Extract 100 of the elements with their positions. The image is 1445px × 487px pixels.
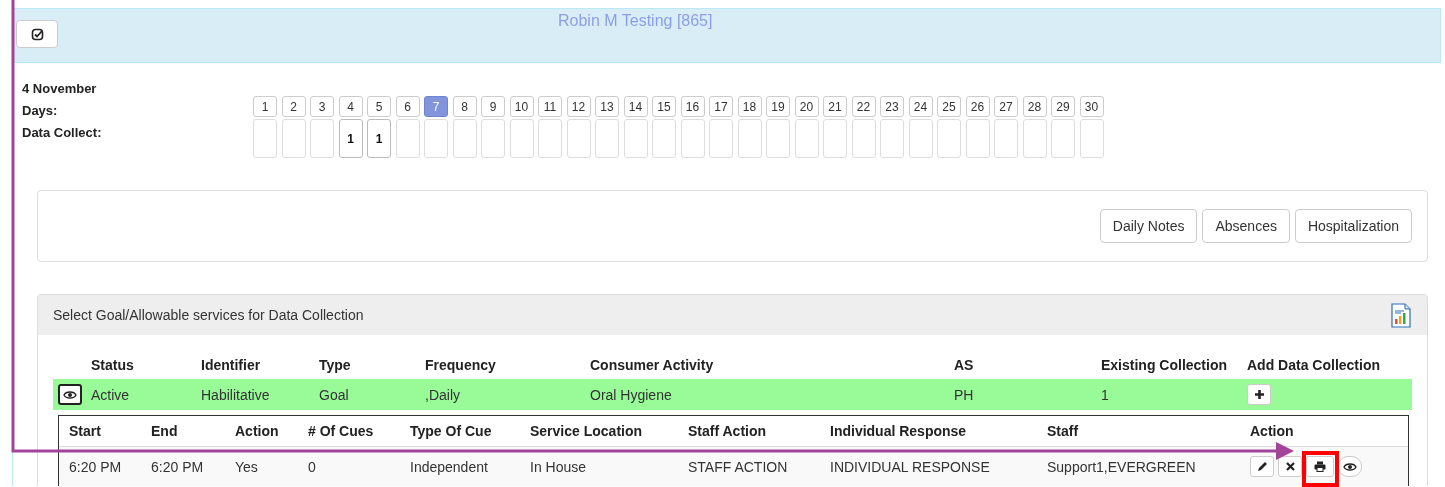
edit-button[interactable]	[1250, 456, 1274, 477]
data-count-cell	[481, 119, 505, 158]
table-cell-text: Habilitative	[201, 386, 271, 403]
day-button[interactable]: 6	[395, 96, 420, 117]
day-button[interactable]: 25	[937, 96, 961, 117]
day-button[interactable]: 19	[766, 96, 790, 117]
data-count-cell	[851, 119, 876, 158]
day-button[interactable]: 1	[253, 96, 277, 117]
table-cell-text: STAFF ACTION	[687, 458, 789, 475]
column-header: AS	[954, 356, 975, 373]
table-cell-text: Oral Hygiene	[590, 386, 673, 403]
data-count-cell	[937, 119, 961, 158]
data-count-cell	[395, 119, 420, 158]
report-icon[interactable]	[1391, 302, 1411, 328]
data-count-cell	[737, 119, 762, 158]
table-cell-text: PH	[954, 386, 975, 403]
pencil-icon	[1256, 461, 1268, 472]
data-count-cell	[680, 119, 705, 158]
days-label: Days:	[22, 103, 59, 118]
column-header: Identifier	[201, 356, 262, 373]
day-button[interactable]: 18	[737, 96, 762, 117]
day-button[interactable]: 20	[794, 96, 819, 117]
data-count-cell: 1	[338, 119, 363, 158]
column-header: Action	[234, 423, 280, 439]
column-header: Start	[68, 423, 102, 439]
absences-button[interactable]: Absences	[1202, 209, 1290, 243]
day-button[interactable]: 8	[452, 96, 477, 117]
day-button[interactable]: 28	[1022, 96, 1047, 117]
eye-icon	[1343, 461, 1357, 472]
table-cell-text: 0	[307, 458, 317, 475]
table-cell-text: Yes	[234, 458, 259, 475]
column-header: Frequency	[425, 356, 497, 373]
printer-icon	[1314, 461, 1326, 472]
day-button[interactable]: 29	[1051, 96, 1075, 117]
column-header: End	[150, 423, 179, 439]
day-button[interactable]: 4	[338, 96, 363, 117]
column-header: Existing Collection	[1101, 356, 1228, 373]
day-button[interactable]: 12	[566, 96, 591, 117]
table-cell-text: Support1,EVERGREEN	[1046, 458, 1197, 475]
data-count-cell	[766, 119, 790, 158]
data-count-cell	[794, 119, 819, 158]
day-button[interactable]: 2	[281, 96, 306, 117]
header-title: Robin M Testing [865]	[558, 11, 713, 31]
eye-icon	[63, 389, 77, 400]
data-count-cell	[452, 119, 477, 158]
table-cell-text: 6:20 PM	[68, 458, 123, 475]
delete-button[interactable]	[1278, 456, 1302, 477]
data-count-cell	[1022, 119, 1047, 158]
day-button[interactable]: 26	[965, 96, 990, 117]
data-count-cell	[623, 119, 648, 158]
data-count-cell	[994, 119, 1018, 158]
data-count-cell	[1079, 119, 1104, 158]
data-count-cell	[908, 119, 933, 158]
column-header: Add Data Collection	[1247, 356, 1381, 373]
table-cell-text: INDIVIDUAL RESPONSE	[829, 458, 991, 475]
day-button[interactable]: 30	[1079, 96, 1104, 117]
column-header: Individual Response	[829, 423, 968, 439]
table-cell-text: Active	[91, 386, 131, 403]
day-button[interactable]: 3	[310, 96, 334, 117]
data-count-cell	[310, 119, 334, 158]
column-header: Service Location	[529, 423, 644, 439]
column-header: Staff Action	[687, 423, 768, 439]
day-button[interactable]: 14	[623, 96, 648, 117]
table-cell-text: Goal	[319, 386, 350, 403]
table-cell-text: 1	[1101, 386, 1110, 403]
hospitalization-button[interactable]: Hospitalization	[1294, 209, 1412, 243]
data-count-cell: 1	[367, 119, 391, 158]
data-count-cell	[509, 119, 534, 158]
day-button[interactable]: 17	[709, 96, 733, 117]
add-button[interactable]	[1247, 384, 1271, 405]
day-button[interactable]: 22	[851, 96, 876, 117]
column-header: Status	[91, 356, 135, 373]
close-icon	[1285, 462, 1295, 471]
table-cell-text: In House	[529, 458, 588, 475]
day-button[interactable]: 9	[481, 96, 505, 117]
day-button[interactable]: 21	[823, 96, 847, 117]
print-button[interactable]	[1306, 456, 1334, 477]
data-count-cell	[965, 119, 990, 158]
day-button[interactable]: 11	[538, 96, 562, 117]
day-button[interactable]: 5	[367, 96, 391, 117]
day-button[interactable]: 16	[680, 96, 705, 117]
daily-notes-button[interactable]: Daily Notes	[1099, 209, 1198, 243]
column-header: Consumer Activity	[590, 356, 715, 373]
day-button[interactable]: 24	[908, 96, 933, 117]
date-label: 4 November	[22, 81, 98, 96]
data-count-cell	[652, 119, 676, 158]
column-header: Action	[1249, 423, 1295, 439]
day-button[interactable]: 10	[509, 96, 534, 117]
data-count-cell	[1051, 119, 1075, 158]
day-button[interactable]: 23	[880, 96, 904, 117]
check-button[interactable]	[16, 20, 58, 48]
day-button[interactable]: 27	[994, 96, 1018, 117]
view-button[interactable]	[58, 384, 82, 405]
data-count-cell	[424, 119, 448, 158]
data-count-cell	[823, 119, 847, 158]
data-count-cell	[253, 119, 277, 158]
day-button[interactable]: 15	[652, 96, 676, 117]
column-header: # Of Cues	[307, 423, 375, 439]
table-cell-text: ,Daily	[425, 386, 461, 403]
day-button[interactable]: 13	[595, 96, 619, 117]
